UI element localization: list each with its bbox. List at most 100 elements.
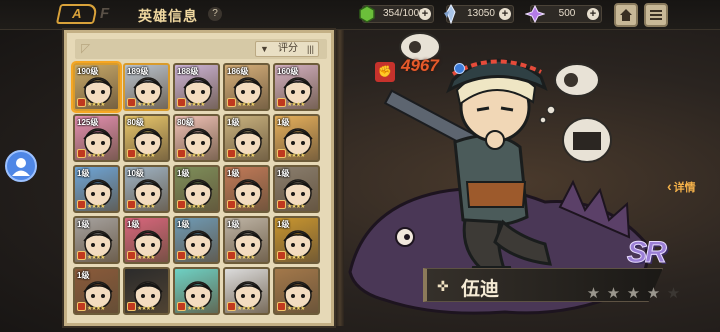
purple-gem-icon <box>525 4 545 24</box>
user-icon <box>12 158 30 176</box>
hero-level: 80级 <box>127 118 144 127</box>
hero-class-icon <box>227 302 236 311</box>
hero-card[interactable]: 189级 ★★★★ <box>123 63 170 111</box>
hero-class-icon <box>77 98 86 107</box>
hero-stars: ★★★★ <box>187 102 205 108</box>
hero-level: 1级 <box>77 220 90 229</box>
help-icon[interactable]: ? <box>208 7 222 21</box>
hero-stars: ★★★★ <box>87 306 105 312</box>
hero-level: 1级 <box>227 220 240 229</box>
hero-level: 189级 <box>127 67 149 76</box>
hero-card[interactable]: 190级 ★★★★ <box>73 63 120 111</box>
stamina-value: 354/1000 <box>383 8 425 19</box>
hero-card[interactable]: 1级 ★★★★ <box>123 216 170 264</box>
hero-class-icon <box>177 251 186 260</box>
hero-stars: ★★★★ <box>187 153 205 159</box>
hero-level: 125级 <box>77 118 99 127</box>
hero-card[interactable]: 1级 ★★★★ <box>223 165 270 213</box>
hero-class-icon <box>77 251 86 260</box>
floating-assistant-avatar[interactable] <box>5 150 37 182</box>
hero-card[interactable]: ★★★★ <box>173 267 220 315</box>
hero-class-icon <box>277 200 286 209</box>
hero-card[interactable]: 1级 ★★★★ <box>223 216 270 264</box>
hero-card[interactable]: 80级 ★★★★ <box>173 114 220 162</box>
hero-stars: ★★★★ <box>287 153 305 159</box>
hero-level: 1级 <box>277 169 290 178</box>
hero-card[interactable]: 1级 ★★★★ <box>73 165 120 213</box>
hero-class-icon <box>127 149 136 158</box>
hero-stars: ★★★★ <box>237 306 255 312</box>
hero-class-icon <box>127 251 136 260</box>
hero-showcase: ✊ 4967 ‹ 详情 SR ✜ 伍迪 ★ ★ ★ ★ ★ <box>345 32 720 332</box>
page-title: 英雄信息 <box>138 8 198 24</box>
hero-class-icon <box>127 200 136 209</box>
gems-value: 500 <box>558 8 576 19</box>
hero-card[interactable]: 1级 ★★★★ <box>73 267 120 315</box>
star-icon: ★ <box>666 285 681 302</box>
hero-level: 1级 <box>227 169 240 178</box>
hero-card[interactable]: 1级 ★★★★ <box>173 165 220 213</box>
hero-card[interactable]: 10级 ★★★★ <box>123 165 170 213</box>
hero-card[interactable]: 188级 ★★★★ <box>173 63 220 111</box>
hero-card[interactable]: 80级 ★★★★ <box>123 114 170 162</box>
menu-button[interactable] <box>644 3 668 27</box>
hero-stars: ★★★★ <box>87 204 105 210</box>
add-silver-button[interactable]: + <box>499 8 511 20</box>
hero-class-icon <box>77 200 86 209</box>
hero-list-panel: ◸ ▼ 评分 ||| 190级 ★★★★ 189级 ★★★★ 188级 ★★★★ 186级 ★… <box>64 30 334 326</box>
hero-card[interactable]: 1级 ★★★★ <box>273 216 320 264</box>
hero-stars: ★★★★ <box>137 153 155 159</box>
hero-class-icon <box>177 200 186 209</box>
home-icon <box>620 9 632 21</box>
chevron-left-icon: ‹ <box>667 178 672 194</box>
home-button[interactable] <box>614 3 638 27</box>
game-logo: F <box>100 5 110 22</box>
hero-level: 188级 <box>177 67 199 76</box>
back-button[interactable]: A <box>55 4 99 24</box>
hero-name: 伍迪 <box>461 279 500 300</box>
hero-card[interactable]: 1级 ★★★★ <box>73 216 120 264</box>
filter-sort-button[interactable]: ▼ 评分 ||| <box>255 41 319 57</box>
menu-icon <box>650 10 662 20</box>
hero-level: 190级 <box>77 67 99 76</box>
star-icon: ★ <box>626 285 641 302</box>
green-crystal-icon <box>359 5 375 23</box>
hero-class-icon <box>277 149 286 158</box>
add-stamina-button[interactable]: + <box>419 8 431 20</box>
hero-level: 1级 <box>177 169 190 178</box>
hero-card[interactable]: 125级 ★★★★ <box>73 114 120 162</box>
hero-class-icon <box>177 98 186 107</box>
hero-star-rating: ★ ★ ★ ★ ★ <box>585 285 682 302</box>
hero-class-icon <box>77 302 86 311</box>
hero-card[interactable]: ★★★★ <box>273 267 320 315</box>
hero-card[interactable]: 1级 ★★★★ <box>223 114 270 162</box>
rarity-badge: SR <box>627 236 668 270</box>
hero-stars: ★★★★ <box>87 102 105 108</box>
panel-header: ◸ ▼ 评分 ||| <box>75 39 327 59</box>
hero-class-icon <box>127 98 136 107</box>
power-info-icon[interactable] <box>454 63 465 74</box>
hero-card[interactable]: ★★★★ <box>123 267 170 315</box>
hero-card[interactable]: 1级 ★★★★ <box>273 114 320 162</box>
hero-detail-button[interactable]: ‹ 详情 <box>667 178 696 195</box>
star-icon: ★ <box>606 285 621 302</box>
decor-icon: ◸ <box>81 41 91 55</box>
hero-stars: ★★★★ <box>287 255 305 261</box>
crosshair-icon: ✜ <box>437 278 449 294</box>
hero-stars: ★★★★ <box>287 204 305 210</box>
hero-card[interactable]: 160级 ★★★★ <box>273 63 320 111</box>
add-gems-button[interactable]: + <box>587 8 599 20</box>
hero-card[interactable]: 1级 ★★★★ <box>173 216 220 264</box>
hero-level: 1级 <box>127 220 140 229</box>
star-icon: ★ <box>646 285 661 302</box>
hero-stars: ★★★★ <box>137 255 155 261</box>
hero-stars: ★★★★ <box>287 306 305 312</box>
hero-stars: ★★★★ <box>137 102 155 108</box>
hero-stars: ★★★★ <box>87 153 105 159</box>
top-bar: A F 英雄信息 ? 354/1000 + 13050 + 500 + <box>0 0 720 30</box>
hero-level: 186级 <box>227 67 249 76</box>
hero-card[interactable]: 1级 ★★★★ <box>273 165 320 213</box>
hero-card[interactable]: ★★★★ <box>223 267 270 315</box>
hero-level: 10级 <box>127 169 144 178</box>
hero-card[interactable]: 186级 ★★★★ <box>223 63 270 111</box>
